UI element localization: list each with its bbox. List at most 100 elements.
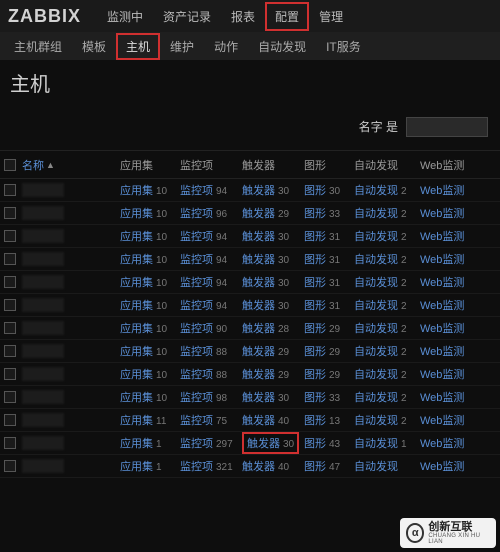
graphs-link[interactable]: 图形 — [304, 277, 326, 289]
applications-link[interactable]: 应用集 — [120, 392, 153, 404]
graphs-link[interactable]: 图形 — [304, 185, 326, 197]
triggers-link[interactable]: 触发器 — [247, 438, 280, 450]
row-checkbox[interactable] — [4, 253, 16, 265]
graphs-link[interactable]: 图形 — [304, 461, 326, 473]
graphs-link[interactable]: 图形 — [304, 346, 326, 358]
row-checkbox[interactable] — [4, 276, 16, 288]
triggers-link[interactable]: 触发器 — [242, 392, 275, 404]
applications-link[interactable]: 应用集 — [120, 346, 153, 358]
graphs-link[interactable]: 图形 — [304, 300, 326, 312]
web-link[interactable]: Web监测 — [420, 185, 464, 197]
web-link[interactable]: Web监测 — [420, 369, 464, 381]
topnav-item-3[interactable]: 配置 — [265, 2, 309, 31]
items-link[interactable]: 监控项 — [180, 369, 213, 381]
host-name-link[interactable] — [22, 459, 64, 473]
discovery-link[interactable]: 自动发现 — [354, 254, 398, 266]
row-checkbox[interactable] — [4, 345, 16, 357]
col-name[interactable]: 名称 — [22, 157, 44, 173]
triggers-link[interactable]: 触发器 — [242, 231, 275, 243]
subnav-item-4[interactable]: 动作 — [204, 33, 248, 60]
web-link[interactable]: Web监测 — [420, 231, 464, 243]
discovery-link[interactable]: 自动发现 — [354, 438, 398, 450]
row-checkbox[interactable] — [4, 207, 16, 219]
graphs-link[interactable]: 图形 — [304, 369, 326, 381]
items-link[interactable]: 监控项 — [180, 323, 213, 335]
graphs-link[interactable]: 图形 — [304, 323, 326, 335]
col-web[interactable]: Web监测 — [420, 157, 476, 173]
triggers-link[interactable]: 触发器 — [242, 277, 275, 289]
applications-link[interactable]: 应用集 — [120, 461, 153, 473]
triggers-link[interactable]: 触发器 — [242, 208, 275, 220]
graphs-link[interactable]: 图形 — [304, 254, 326, 266]
items-link[interactable]: 监控项 — [180, 277, 213, 289]
discovery-link[interactable]: 自动发现 — [354, 231, 398, 243]
subnav-item-6[interactable]: IT服务 — [316, 33, 371, 60]
row-checkbox[interactable] — [4, 391, 16, 403]
topnav-item-1[interactable]: 资产记录 — [153, 2, 221, 31]
subnav-item-0[interactable]: 主机群组 — [4, 33, 72, 60]
host-name-link[interactable] — [22, 298, 64, 312]
applications-link[interactable]: 应用集 — [120, 208, 153, 220]
applications-link[interactable]: 应用集 — [120, 185, 153, 197]
graphs-link[interactable]: 图形 — [304, 438, 326, 450]
discovery-link[interactable]: 自动发现 — [354, 346, 398, 358]
web-link[interactable]: Web监测 — [420, 415, 464, 427]
items-link[interactable]: 监控项 — [180, 185, 213, 197]
triggers-link[interactable]: 触发器 — [242, 323, 275, 335]
host-name-link[interactable] — [22, 390, 64, 404]
web-link[interactable]: Web监测 — [420, 392, 464, 404]
select-all-checkbox[interactable] — [4, 159, 16, 171]
topnav-item-0[interactable]: 监测中 — [97, 2, 153, 31]
applications-link[interactable]: 应用集 — [120, 415, 153, 427]
applications-link[interactable]: 应用集 — [120, 277, 153, 289]
host-name-link[interactable] — [22, 183, 64, 197]
col-triggers[interactable]: 触发器 — [242, 157, 304, 173]
items-link[interactable]: 监控项 — [180, 300, 213, 312]
topnav-item-4[interactable]: 管理 — [309, 2, 353, 31]
web-link[interactable]: Web监测 — [420, 300, 464, 312]
discovery-link[interactable]: 自动发现 — [354, 369, 398, 381]
triggers-link[interactable]: 触发器 — [242, 185, 275, 197]
host-name-link[interactable] — [22, 436, 64, 450]
applications-link[interactable]: 应用集 — [120, 254, 153, 266]
triggers-link[interactable]: 触发器 — [242, 300, 275, 312]
discovery-link[interactable]: 自动发现 — [354, 323, 398, 335]
triggers-link[interactable]: 触发器 — [242, 461, 275, 473]
web-link[interactable]: Web监测 — [420, 208, 464, 220]
web-link[interactable]: Web监测 — [420, 438, 464, 450]
subnav-item-2[interactable]: 主机 — [116, 33, 160, 60]
discovery-link[interactable]: 自动发现 — [354, 461, 398, 473]
row-checkbox[interactable] — [4, 414, 16, 426]
triggers-link[interactable]: 触发器 — [242, 369, 275, 381]
applications-link[interactable]: 应用集 — [120, 300, 153, 312]
applications-link[interactable]: 应用集 — [120, 369, 153, 381]
web-link[interactable]: Web监测 — [420, 346, 464, 358]
applications-link[interactable]: 应用集 — [120, 438, 153, 450]
items-link[interactable]: 监控项 — [180, 415, 213, 427]
host-name-link[interactable] — [22, 367, 64, 381]
web-link[interactable]: Web监测 — [420, 277, 464, 289]
graphs-link[interactable]: 图形 — [304, 208, 326, 220]
row-checkbox[interactable] — [4, 230, 16, 242]
host-name-link[interactable] — [22, 321, 64, 335]
discovery-link[interactable]: 自动发现 — [354, 392, 398, 404]
filter-name-input[interactable] — [406, 117, 488, 137]
discovery-link[interactable]: 自动发现 — [354, 300, 398, 312]
discovery-link[interactable]: 自动发现 — [354, 185, 398, 197]
graphs-link[interactable]: 图形 — [304, 231, 326, 243]
host-name-link[interactable] — [22, 229, 64, 243]
applications-link[interactable]: 应用集 — [120, 231, 153, 243]
triggers-link[interactable]: 触发器 — [242, 346, 275, 358]
col-items[interactable]: 监控项 — [180, 157, 242, 173]
row-checkbox[interactable] — [4, 184, 16, 196]
col-discovery[interactable]: 自动发现 — [354, 157, 420, 173]
applications-link[interactable]: 应用集 — [120, 323, 153, 335]
items-link[interactable]: 监控项 — [180, 346, 213, 358]
subnav-item-5[interactable]: 自动发现 — [248, 33, 316, 60]
row-checkbox[interactable] — [4, 460, 16, 472]
items-link[interactable]: 监控项 — [180, 438, 213, 450]
discovery-link[interactable]: 自动发现 — [354, 208, 398, 220]
subnav-item-1[interactable]: 模板 — [72, 33, 116, 60]
graphs-link[interactable]: 图形 — [304, 415, 326, 427]
host-name-link[interactable] — [22, 413, 64, 427]
